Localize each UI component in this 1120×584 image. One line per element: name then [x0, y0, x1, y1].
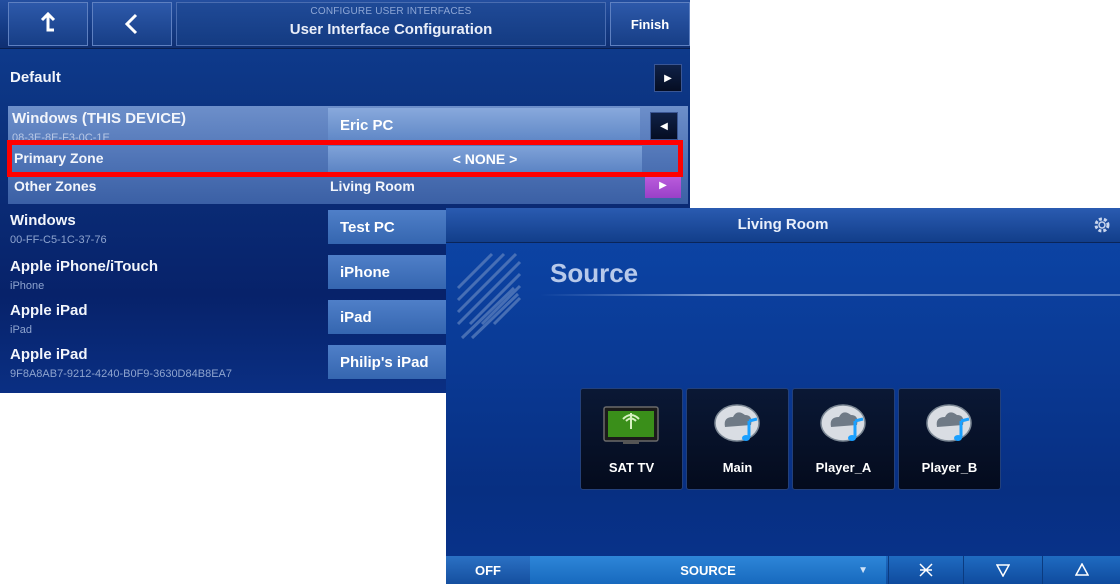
up-button[interactable] [8, 2, 88, 46]
volume-up-icon [1075, 563, 1089, 576]
mute-icon [919, 563, 933, 577]
volume-up-button[interactable] [1042, 556, 1120, 584]
source-dropdown-label: SOURCE [680, 562, 736, 578]
device-label: Apple iPad [10, 346, 88, 363]
selected-device-label: Windows (THIS DEVICE) [12, 110, 187, 127]
source-tile-sat-tv[interactable]: SAT TV [580, 388, 683, 490]
selected-device-collapse-button[interactable]: ◀ [650, 112, 678, 140]
default-expand-button[interactable]: ▶ [654, 64, 682, 92]
zone-title: Living Room [737, 216, 829, 233]
play-right-icon: ▶ [659, 179, 667, 191]
source-label: Main [722, 460, 753, 475]
device-sub: iPhone [10, 280, 45, 292]
living-room-panel: Living Room Source SAT TV Main Player_A … [446, 208, 1120, 584]
control-bar: OFF SOURCE ▼ [446, 556, 1120, 584]
play-right-icon: ▶ [664, 72, 672, 84]
mute-button[interactable] [888, 556, 963, 584]
finish-button[interactable]: Finish [610, 2, 690, 46]
off-button[interactable]: OFF [446, 556, 530, 584]
gear-icon [1094, 217, 1110, 233]
source-dropdown[interactable]: SOURCE ▼ [530, 556, 886, 584]
header-title-box: CONFIGURE USER INTERFACES User Interface… [176, 2, 606, 46]
cloud-music-icon [714, 404, 760, 442]
volume-down-icon [996, 564, 1010, 577]
config-header: CONFIGURE USER INTERFACES User Interface… [0, 0, 690, 49]
source-label: Player_B [921, 460, 978, 475]
primary-zone-highlight [7, 140, 683, 177]
page-title: User Interface Configuration [289, 21, 493, 38]
source-label: Player_A [815, 460, 872, 475]
settings-button[interactable] [1092, 215, 1112, 235]
brand-logo-icon [456, 252, 522, 340]
device-sub: 00-FF-C5-1C-37-76 [10, 234, 107, 246]
device-sub: 9F8A8AB7-9212-4240-B0F9-3630D84B8EA7 [10, 368, 232, 380]
back-button[interactable] [92, 2, 172, 46]
section-title: Source [550, 258, 639, 288]
back-chevron-icon [124, 13, 138, 35]
source-label: SAT TV [608, 460, 655, 475]
up-arrow-icon [40, 12, 56, 32]
other-zones-label: Other Zones [14, 178, 97, 194]
default-label: Default [10, 69, 61, 86]
other-zones-value[interactable]: Living Room [330, 178, 415, 194]
device-label: Apple iPhone/iTouch [10, 258, 159, 275]
device-label: Windows [10, 212, 76, 229]
source-tile-player-a[interactable]: Player_A [792, 388, 895, 490]
source-tile-main[interactable]: Main [686, 388, 789, 490]
device-label: Apple iPad [10, 302, 88, 319]
source-tile-player-b[interactable]: Player_B [898, 388, 1001, 490]
cloud-music-icon [926, 404, 972, 442]
section-divider [540, 294, 1120, 296]
play-left-icon: ◀ [660, 120, 668, 132]
tv-icon [603, 406, 659, 444]
device-sub: iPad [10, 324, 33, 336]
header-subtitle: CONFIGURE USER INTERFACES [310, 6, 472, 17]
chevron-down-icon: ▼ [858, 564, 868, 576]
volume-down-button[interactable] [963, 556, 1042, 584]
cloud-music-icon [820, 404, 866, 442]
selected-device-name-field[interactable]: Eric PC [328, 108, 640, 142]
